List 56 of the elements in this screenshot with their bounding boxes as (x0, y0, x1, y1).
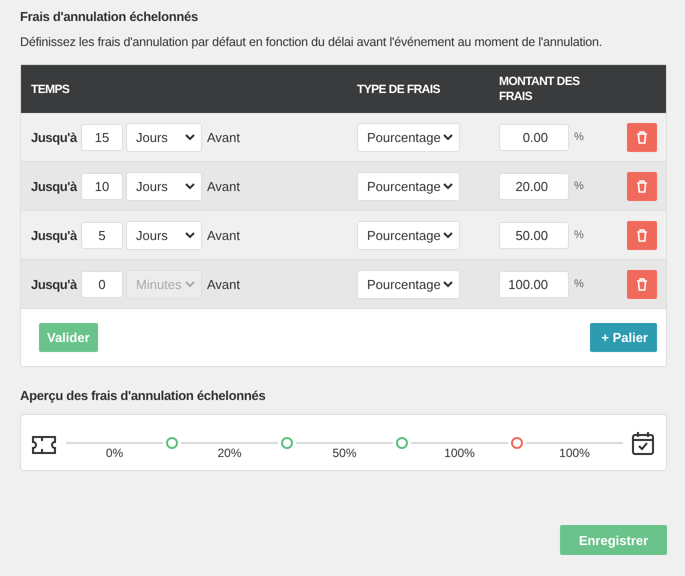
column-header: MONTANT DES FRAIS (499, 74, 581, 104)
fee-type-select[interactable]: Pourcentage (357, 172, 460, 200)
delete-button[interactable] (627, 172, 657, 200)
delete-button[interactable] (627, 122, 657, 152)
trash-icon (636, 130, 648, 144)
chevron-icon (185, 182, 195, 190)
description-text: Définissez les frais d'annulation par défaut en fonction du délai avant l'événement au moment de l'annulation. (20, 35, 604, 49)
chevron-icon (443, 280, 453, 288)
before-label: Avant (207, 130, 240, 144)
ticket-icon (32, 435, 56, 455)
column-header: TEMPS (31, 82, 70, 96)
unit-select[interactable]: Jours (126, 172, 202, 200)
amount-input[interactable]: 0.00 (499, 124, 569, 150)
chevron-icon (185, 134, 195, 140)
amount-input[interactable]: 50.00 (499, 222, 569, 248)
fee-type-select[interactable]: Pourcentage (357, 122, 460, 152)
trash-icon (636, 278, 648, 290)
before-label: Avant (207, 228, 240, 242)
chevron-icon (443, 134, 453, 140)
delay-input[interactable]: 15 (81, 124, 123, 150)
until-label: Jusqu'à (31, 130, 78, 144)
percent-sign: % (574, 180, 584, 192)
fee-percentage: 50% (332, 446, 357, 460)
delete-button[interactable] (627, 270, 657, 298)
before-label: Avant (207, 276, 240, 292)
chevron-icon (443, 232, 453, 238)
section-title: Frais d'annulation échelonnés (20, 9, 199, 24)
unit-select[interactable]: Jours (126, 220, 202, 250)
chevron-icon (185, 232, 195, 238)
before-label: Avant (207, 178, 240, 194)
trash-icon (636, 228, 648, 242)
until-label: Jusqu'à (31, 178, 78, 194)
fee-percentage: 100% (559, 446, 590, 460)
fee-type-select[interactable]: Pourcentage (357, 220, 460, 250)
trash-icon (636, 180, 648, 192)
delay-input[interactable]: 5 (81, 222, 123, 248)
amount-input[interactable]: 20.00 (499, 172, 569, 200)
percent-sign: % (574, 278, 584, 290)
fee-percentage: 0% (106, 446, 124, 460)
delay-input[interactable]: 10 (81, 172, 123, 200)
column-header: TYPE DE FRAIS (357, 82, 441, 96)
until-label: Jusqu'à (31, 276, 78, 292)
percent-sign: % (574, 131, 584, 143)
amount-input[interactable]: 100.00 (499, 270, 569, 298)
until-label: Jusqu'à (31, 228, 78, 242)
calendar-check-icon (632, 431, 654, 455)
delay-input[interactable]: 0 (81, 270, 123, 298)
fee-percentage: 100% (444, 446, 475, 460)
chevron-icon (443, 182, 453, 190)
chevron-icon (185, 280, 195, 288)
fee-percentage: 20% (217, 446, 242, 460)
fee-type-select[interactable]: Pourcentage (357, 270, 460, 298)
delete-button[interactable] (627, 220, 657, 250)
unit-select[interactable]: Jours (126, 122, 202, 152)
percent-sign: % (574, 229, 584, 241)
preview-title: Aperçu des frais d'annulation échelonnés (20, 388, 266, 403)
